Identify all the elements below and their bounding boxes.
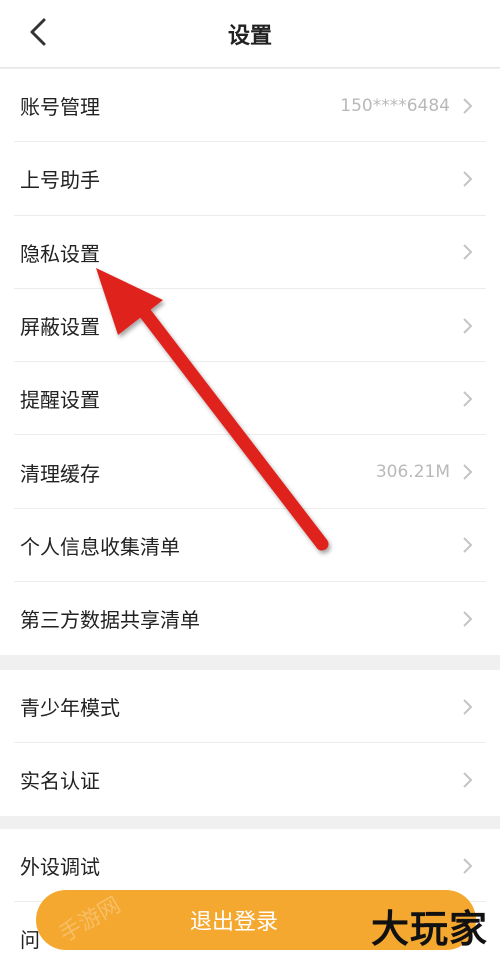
chevron-right-icon bbox=[463, 391, 473, 407]
settings-item-real-name[interactable]: 实名认证 bbox=[0, 743, 500, 816]
settings-item-label: 上号助手 bbox=[20, 168, 100, 193]
settings-screen: 设置 账号管理 150****6484 上号助手 隐私设置 屏蔽设置 提醒设置 … bbox=[0, 0, 500, 962]
navigation-bar: 设置 bbox=[0, 0, 500, 68]
settings-item-label: 屏蔽设置 bbox=[20, 315, 100, 340]
settings-item-reminder[interactable]: 提醒设置 bbox=[0, 362, 500, 436]
account-phone-value: 150****6484 bbox=[340, 95, 450, 116]
settings-item-label: 提醒设置 bbox=[20, 388, 100, 413]
settings-item-label: 实名认证 bbox=[20, 769, 100, 794]
chevron-right-icon bbox=[463, 698, 473, 715]
chevron-right-icon bbox=[463, 611, 473, 627]
settings-item-label: 清理缓存 bbox=[20, 461, 100, 486]
chevron-right-icon bbox=[463, 244, 473, 260]
settings-item-label: 隐私设置 bbox=[20, 241, 100, 266]
chevron-right-icon bbox=[463, 537, 473, 554]
settings-item-personal-info-list[interactable]: 个人信息收集清单 bbox=[0, 509, 500, 583]
page-title: 设置 bbox=[227, 24, 272, 49]
settings-item-privacy[interactable]: 隐私设置 bbox=[0, 216, 500, 290]
settings-item-account[interactable]: 账号管理 150****6484 bbox=[0, 69, 500, 143]
settings-item-third-party-list[interactable]: 第三方数据共享清单 bbox=[0, 582, 500, 655]
settings-item-login-helper[interactable]: 上号助手 bbox=[0, 142, 500, 216]
settings-group-main: 账号管理 150****6484 上号助手 隐私设置 屏蔽设置 提醒设置 清理缓… bbox=[0, 69, 500, 655]
cache-size-value: 306.21M bbox=[375, 462, 450, 483]
chevron-right-icon bbox=[463, 464, 473, 480]
settings-item-label: 账号管理 bbox=[20, 95, 100, 120]
settings-item-label: 第三方数据共享清单 bbox=[20, 608, 200, 633]
settings-item-label: 个人信息收集清单 bbox=[20, 534, 180, 559]
chevron-right-icon bbox=[463, 857, 473, 874]
settings-item-label: 青少年模式 bbox=[20, 696, 120, 721]
watermark-logo: 大玩家 bbox=[370, 906, 488, 951]
chevron-right-icon bbox=[463, 171, 473, 187]
chevron-right-icon bbox=[463, 97, 473, 114]
settings-item-label: 外设调试 bbox=[20, 855, 100, 880]
settings-group-second: 青少年模式 实名认证 bbox=[0, 670, 500, 816]
chevron-right-icon bbox=[463, 317, 473, 334]
settings-item-block[interactable]: 屏蔽设置 bbox=[0, 289, 500, 363]
logout-button-label: 退出登录 bbox=[189, 910, 278, 935]
settings-item-clear-cache[interactable]: 清理缓存 306.21M bbox=[0, 435, 500, 510]
chevron-right-icon bbox=[463, 772, 473, 788]
settings-item-teen-mode[interactable]: 青少年模式 bbox=[0, 670, 500, 744]
